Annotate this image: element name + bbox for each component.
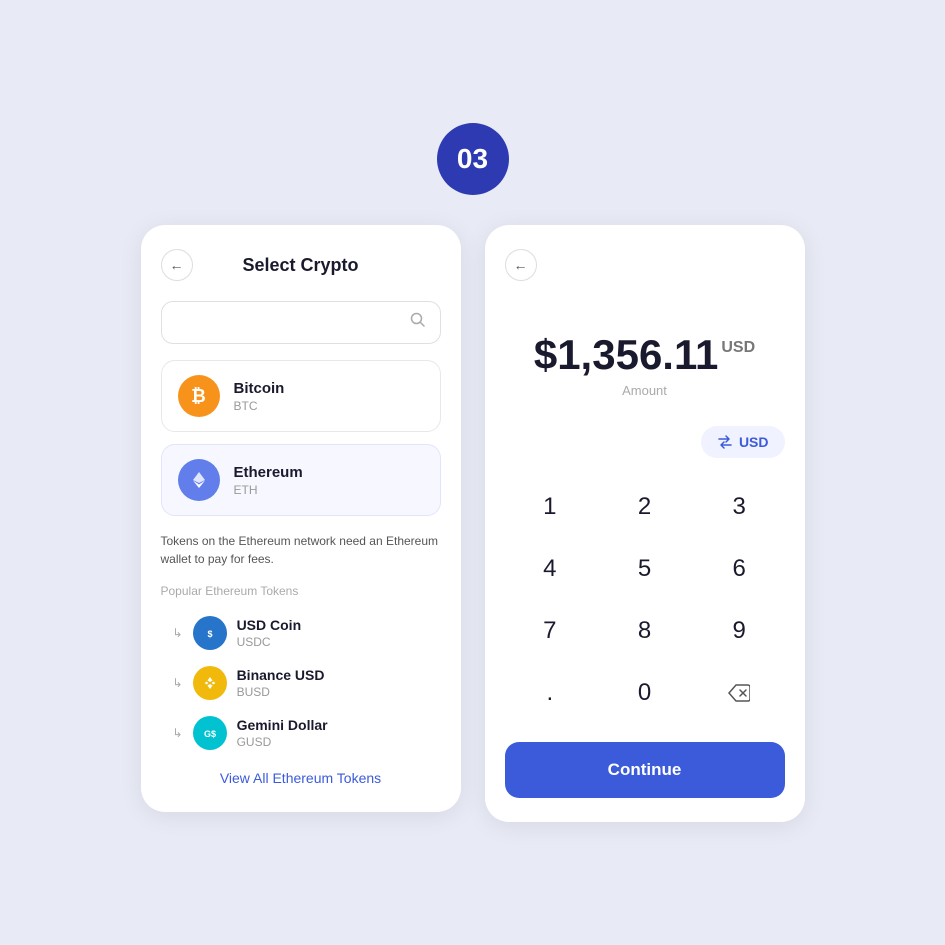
usdc-ticker: USDC	[237, 635, 302, 649]
sub-item-busd[interactable]: ↳ Binance USD BUSD	[161, 658, 441, 708]
currency-toggle-label: USD	[739, 434, 769, 450]
amount-label: Amount	[505, 383, 785, 398]
sub-arrow-gusd: ↳	[173, 726, 183, 740]
amount-display: $1,356.11USD Amount	[505, 301, 785, 426]
key-7[interactable]: 7	[505, 602, 596, 660]
sub-arrow-busd: ↳	[173, 676, 183, 690]
key-6[interactable]: 6	[694, 540, 785, 598]
right-panel: ← $1,356.11USD Amount USD 1 2 3 4 5 6 7	[485, 225, 805, 822]
busd-icon	[193, 666, 227, 700]
key-dot[interactable]: .	[505, 664, 596, 722]
usdc-name: USD Coin	[237, 617, 302, 633]
eth-ticker: ETH	[234, 483, 303, 497]
right-back-button[interactable]: ←	[505, 249, 537, 281]
key-9[interactable]: 9	[694, 602, 785, 660]
step-number: 03	[457, 143, 488, 175]
step-badge: 03	[437, 123, 509, 195]
search-icon	[410, 312, 426, 333]
currency-superscript: USD	[721, 339, 755, 357]
btc-name: Bitcoin	[234, 380, 285, 397]
key-4[interactable]: 4	[505, 540, 596, 598]
eth-description: Tokens on the Ethereum network need an E…	[161, 528, 441, 580]
currency-toggle-row: USD	[505, 426, 785, 458]
busd-name: Binance USD	[237, 667, 325, 683]
search-box[interactable]	[161, 301, 441, 344]
eth-name: Ethereum	[234, 464, 303, 481]
key-2[interactable]: 2	[599, 478, 690, 536]
usdc-icon: $	[193, 616, 227, 650]
popular-label: Popular Ethereum Tokens	[161, 584, 441, 598]
btc-info: Bitcoin BTC	[234, 380, 285, 413]
keypad: 1 2 3 4 5 6 7 8 9 . 0	[505, 478, 785, 722]
left-panel: ← Select Crypto ₿ Bitcoin BTC	[141, 225, 461, 812]
left-panel-header: ← Select Crypto	[161, 249, 441, 281]
busd-ticker: BUSD	[237, 685, 325, 699]
key-3[interactable]: 3	[694, 478, 785, 536]
panels-row: ← Select Crypto ₿ Bitcoin BTC	[141, 225, 805, 822]
continue-button[interactable]: Continue	[505, 742, 785, 798]
view-all-eth[interactable]: View All Ethereum Tokens	[161, 770, 441, 788]
eth-icon	[178, 459, 220, 501]
sub-arrow-usdc: ↳	[173, 626, 183, 640]
key-8[interactable]: 8	[599, 602, 690, 660]
search-input[interactable]	[176, 315, 410, 331]
btc-icon: ₿	[178, 375, 220, 417]
left-back-button[interactable]: ←	[161, 249, 193, 281]
key-backspace[interactable]	[694, 664, 785, 722]
amount-number: $1,356.11	[534, 331, 719, 379]
crypto-item-eth[interactable]: Ethereum ETH	[161, 444, 441, 516]
key-1[interactable]: 1	[505, 478, 596, 536]
gusd-name: Gemini Dollar	[237, 717, 328, 733]
gusd-ticker: GUSD	[237, 735, 328, 749]
gusd-icon: G$	[193, 716, 227, 750]
sub-item-usdc[interactable]: ↳ $ USD Coin USDC	[161, 608, 441, 658]
amount-value: $1,356.11USD	[534, 331, 755, 379]
right-panel-header: ←	[505, 249, 785, 281]
eth-info: Ethereum ETH	[234, 464, 303, 497]
currency-toggle-button[interactable]: USD	[701, 426, 785, 458]
swap-icon	[717, 434, 733, 450]
view-all-link[interactable]: View All Ethereum Tokens	[220, 770, 381, 786]
key-0[interactable]: 0	[599, 664, 690, 722]
sub-item-gusd[interactable]: ↳ G$ Gemini Dollar GUSD	[161, 708, 441, 758]
svg-text:G$: G$	[204, 729, 216, 739]
crypto-item-btc[interactable]: ₿ Bitcoin BTC	[161, 360, 441, 432]
left-panel-title: Select Crypto	[193, 255, 409, 276]
key-5[interactable]: 5	[599, 540, 690, 598]
svg-text:$: $	[207, 629, 212, 639]
btc-ticker: BTC	[234, 399, 285, 413]
